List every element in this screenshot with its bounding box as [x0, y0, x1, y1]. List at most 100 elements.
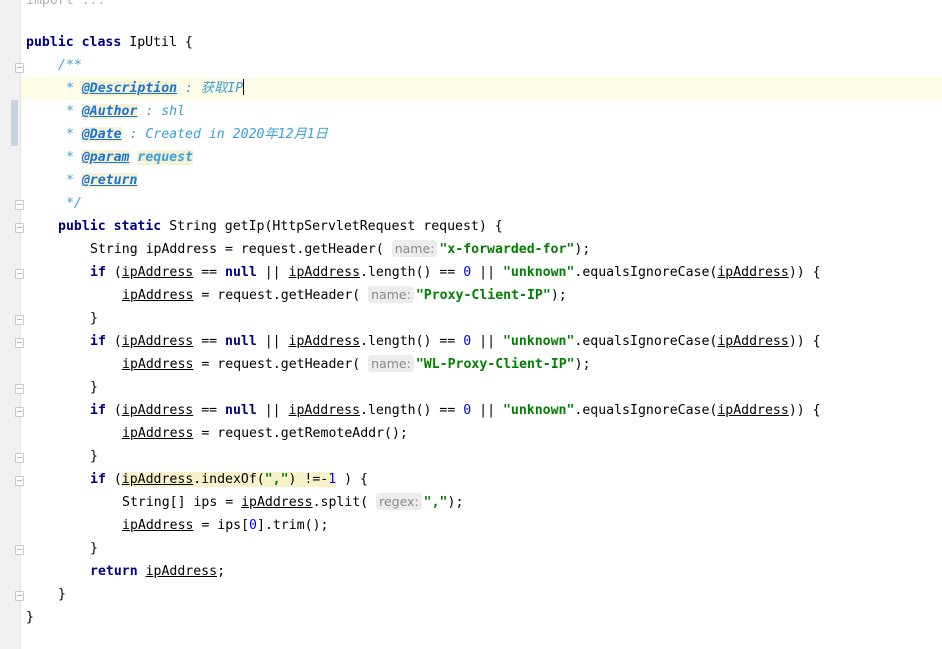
code-line-close[interactable]: }	[90, 376, 98, 399]
code-line-assign[interactable]: ipAddress = request.getRemoteAddr();	[122, 422, 408, 445]
variable: ipAddress	[122, 518, 194, 533]
variable: ipAddress	[717, 334, 789, 349]
doc-text: : 获取IP	[177, 81, 244, 96]
code-text: ||	[471, 403, 503, 418]
code-line-close[interactable]: }	[90, 537, 98, 560]
code-line-method-decl[interactable]: public static String getIp(HttpServletRe…	[58, 215, 503, 238]
fold-marker[interactable]	[15, 338, 24, 348]
code-line-if[interactable]: if (ipAddress == null || ipAddress.lengt…	[90, 330, 821, 353]
doc-text: : shl	[137, 104, 186, 119]
doc-star: *	[58, 173, 82, 188]
code-text: .indexOf(	[193, 472, 265, 487]
doc-star: *	[58, 81, 82, 96]
code-text: )) {	[788, 403, 821, 418]
code-line-assign[interactable]: ipAddress = request.getHeader( name: "Pro…	[122, 284, 567, 307]
code-text: ==	[193, 403, 226, 418]
doc-comment-close[interactable]: */	[66, 192, 82, 215]
code-text: );	[574, 357, 591, 372]
code-text: = request.getHeader(	[193, 288, 361, 303]
doc-line-return[interactable]: * @return	[58, 169, 138, 192]
collapsed-imports[interactable]: import ...	[26, 0, 105, 12]
fold-marker[interactable]	[15, 453, 24, 463]
string-literal: "unknown"	[502, 334, 575, 349]
code-text: ||	[471, 334, 503, 349]
fold-marker[interactable]	[15, 545, 24, 555]
code-line-trim[interactable]: ipAddress = ips[0].trim();	[122, 514, 328, 537]
code-text: ==	[193, 334, 226, 349]
code-text: ;	[217, 564, 226, 579]
fold-marker[interactable]	[15, 269, 24, 279]
code-text: ||	[256, 403, 289, 418]
fold-marker[interactable]	[15, 200, 24, 210]
keyword: null	[225, 265, 257, 280]
string-literal: "WL-Proxy-Client-IP"	[415, 357, 575, 372]
code-text: .length() ==	[360, 403, 464, 418]
code-text: .equalsIgnoreCase(	[574, 334, 718, 349]
variable: ipAddress	[288, 403, 361, 418]
code-line-if[interactable]: if (ipAddress == null || ipAddress.lengt…	[90, 399, 821, 422]
code-text: .split(	[312, 495, 369, 510]
keyword: if	[90, 334, 106, 349]
code-text: (	[105, 472, 122, 487]
fold-marker[interactable]	[15, 407, 24, 417]
keyword: if	[90, 403, 106, 418]
fold-marker[interactable]	[15, 591, 24, 601]
code-text: ) !=-	[288, 472, 329, 487]
method-signature: String getIp(HttpServletRequest request)…	[169, 219, 503, 234]
variable: ipAddress	[717, 265, 789, 280]
fold-marker[interactable]	[15, 63, 24, 73]
code-line-close[interactable]: }	[90, 445, 98, 468]
class-name: IpUtil {	[129, 35, 193, 50]
param-hint: regex:	[376, 493, 422, 510]
doc-comment-open[interactable]: /**	[58, 54, 82, 77]
code-text: .length() ==	[360, 265, 464, 280]
fold-marker[interactable]	[15, 384, 24, 394]
code-text: .equalsIgnoreCase(	[574, 403, 718, 418]
fold-marker[interactable]	[15, 223, 24, 233]
code-text: )) {	[788, 334, 821, 349]
code-editor[interactable]: import ... public class IpUtil { /** * @…	[0, 0, 942, 649]
string-literal: ","	[264, 472, 289, 487]
code-line-decl[interactable]: String ipAddress = request.getHeader( na…	[90, 238, 590, 261]
code-text: (	[105, 265, 122, 280]
code-line-if-indexof[interactable]: if (ipAddress.indexOf(",") !=-1 ) {	[90, 468, 368, 491]
param-hint: name:	[391, 240, 438, 257]
keyword: static	[113, 219, 162, 234]
keyword: public	[58, 219, 106, 234]
code-line-if[interactable]: if (ipAddress == null || ipAddress.lengt…	[90, 261, 821, 284]
code-line-class-decl[interactable]: public class IpUtil {	[26, 31, 193, 54]
doc-line-date[interactable]: * @Date : Created in 2020年12月1日	[58, 123, 328, 146]
doc-tag-author: @Author	[81, 104, 138, 119]
code-text: ].trim();	[257, 518, 329, 533]
doc-tag-param: @param	[81, 150, 130, 165]
keyword: null	[225, 403, 257, 418]
code-text: );	[447, 495, 464, 510]
code-text: ||	[471, 265, 503, 280]
fold-marker[interactable]	[15, 315, 24, 325]
variable: ipAddress	[122, 426, 194, 441]
doc-line-param[interactable]: * @param request	[58, 146, 193, 169]
string-literal: "x-forwarded-for"	[439, 242, 575, 257]
keyword: if	[90, 265, 106, 280]
keyword: if	[90, 472, 106, 487]
doc-star: *	[58, 150, 82, 165]
doc-line-description[interactable]: * @Description : 获取IP	[58, 77, 245, 100]
doc-star: *	[58, 104, 82, 119]
doc-line-author[interactable]: * @Author : shl	[58, 100, 185, 123]
variable: ipAddress	[121, 403, 194, 418]
code-text: String ipAddress = request.getHeader(	[90, 242, 384, 257]
doc-star: *	[58, 127, 82, 142]
code-line-close[interactable]: }	[90, 307, 98, 330]
code-line-assign[interactable]: ipAddress = request.getHeader( name: "WL-…	[122, 353, 591, 376]
code-line-method-close[interactable]: }	[58, 583, 66, 606]
variable: ipAddress	[122, 288, 194, 303]
code-line-class-close[interactable]: }	[26, 606, 34, 629]
string-literal: "Proxy-Client-IP"	[415, 288, 551, 303]
string-literal: ","	[423, 495, 448, 510]
number-literal: 1	[328, 472, 337, 487]
fold-marker[interactable]	[15, 476, 24, 486]
variable: ipAddress	[145, 564, 218, 579]
code-line-split[interactable]: String[] ips = ipAddress.split( regex: ",…	[122, 491, 463, 514]
code-text: ) {	[336, 472, 368, 487]
code-line-return[interactable]: return ipAddress;	[90, 560, 225, 583]
